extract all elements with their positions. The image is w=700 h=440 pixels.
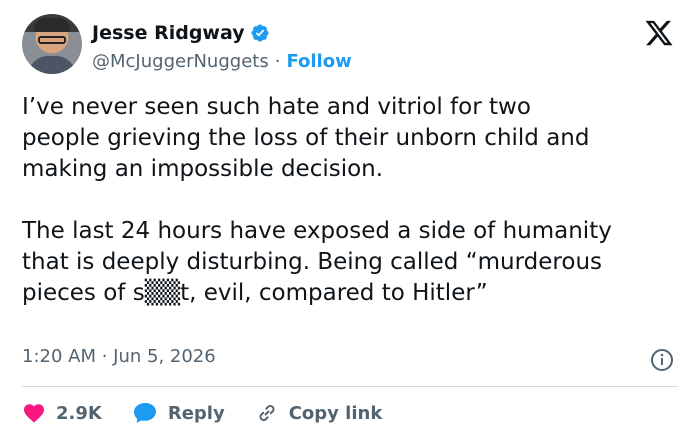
heart-icon bbox=[24, 404, 44, 423]
separator-dot: · bbox=[274, 50, 281, 72]
author-handle-row: @McJuggerNuggets · Follow bbox=[92, 48, 352, 74]
author-handle[interactable]: @McJuggerNuggets bbox=[92, 51, 269, 72]
verified-badge-icon bbox=[251, 24, 269, 42]
tweet-header: Jesse Ridgway @McJuggerNuggets · Follow bbox=[22, 14, 678, 80]
divider bbox=[22, 386, 678, 387]
follow-button[interactable]: Follow bbox=[286, 51, 351, 72]
author-name[interactable]: Jesse Ridgway bbox=[92, 22, 245, 44]
link-icon bbox=[259, 405, 275, 421]
author-avatar[interactable] bbox=[22, 14, 82, 74]
speech-bubble-icon bbox=[133, 403, 156, 423]
copy-link-button[interactable]: Copy link bbox=[255, 401, 383, 425]
like-count: 2.9K bbox=[56, 402, 102, 424]
x-logo-icon[interactable] bbox=[644, 18, 674, 48]
like-button[interactable]: 2.9K bbox=[22, 401, 102, 425]
reply-label: Reply bbox=[167, 402, 225, 424]
tweet-text: I’ve never seen such hate and vitriol fo… bbox=[22, 94, 612, 306]
reply-button[interactable]: Reply bbox=[132, 401, 225, 425]
info-icon[interactable] bbox=[650, 348, 674, 372]
tweet-actions: 2.9K Reply Copy link bbox=[22, 396, 412, 430]
tweet-timestamp[interactable]: 1:20 AM · Jun 5, 2026 bbox=[22, 346, 216, 367]
author-name-row: Jesse Ridgway bbox=[92, 20, 270, 46]
copy-link-label: Copy link bbox=[288, 402, 383, 424]
